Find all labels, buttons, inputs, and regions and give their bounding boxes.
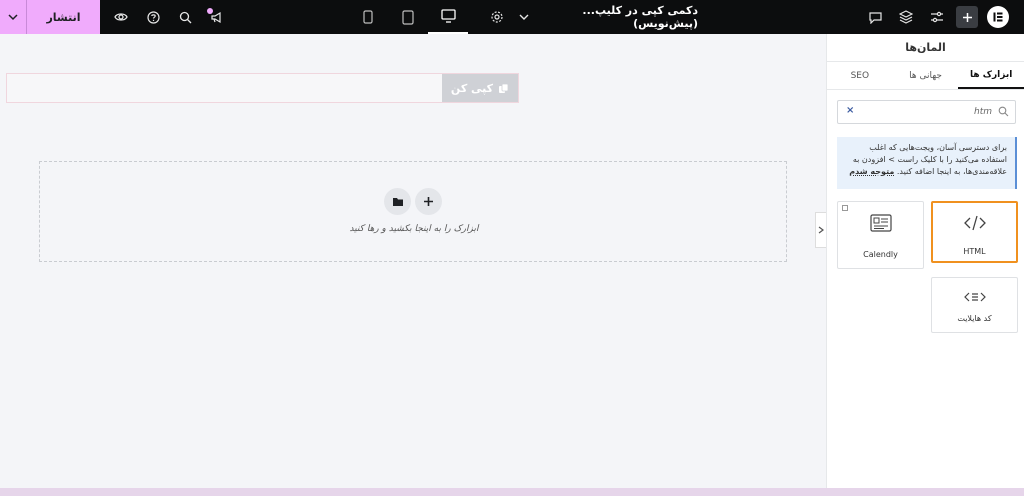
notification-dot: [207, 8, 213, 14]
chevron-down-icon: [8, 14, 18, 21]
panel-collapse-button[interactable]: [815, 212, 826, 248]
tablet-icon: [402, 9, 414, 25]
publish-button[interactable]: انتشار: [27, 0, 100, 34]
document-title[interactable]: دکمی کپی در کلیپ... (پیش‌نویس): [515, 0, 698, 34]
page-settings-button[interactable]: [482, 0, 512, 34]
widget-code-highlight[interactable]: کد هایلایت: [931, 277, 1018, 333]
search-button[interactable]: [170, 0, 200, 34]
plus-icon: [962, 12, 972, 22]
search-icon: [179, 11, 191, 23]
folder-icon: [392, 198, 403, 206]
tab-widgets[interactable]: ابزارک ها: [958, 62, 1024, 89]
top-bar: انتشار دکمی کپی در کلیپ... (پیش‌نویس): [0, 0, 1024, 34]
desktop-icon: [440, 9, 456, 23]
copy-icon: [499, 83, 509, 93]
elementor-logo[interactable]: [987, 6, 1009, 28]
tab-globals[interactable]: جهانی ها: [893, 62, 959, 89]
copy-button-label: کپی کن: [450, 81, 494, 95]
site-settings-button[interactable]: [922, 0, 952, 34]
device-switcher: [348, 0, 468, 34]
elements-panel: المان‌ها SEO جهانی ها ابزارک ها × برای د…: [826, 34, 1024, 488]
widget-search: ×: [837, 100, 1016, 124]
chevron-right-icon: [818, 226, 824, 234]
favorites-notice: برای دسترسی آسان، ویجت‌هایی که اغلب استف…: [837, 137, 1017, 189]
widget-label: Calendly: [863, 250, 898, 259]
pro-badge-icon: [842, 205, 848, 211]
code-icon: [933, 215, 1016, 231]
device-tablet-button[interactable]: [388, 0, 428, 34]
panel-tabs: SEO جهانی ها ابزارک ها: [827, 62, 1024, 90]
widget-calendly[interactable]: Calendly: [837, 201, 924, 269]
help-button[interactable]: [138, 0, 168, 34]
plus-icon: [424, 197, 433, 206]
add-element-button[interactable]: [956, 6, 978, 28]
editor-canvas[interactable]: کپی کن ابزارک را به اینجا بکشید و رها کن…: [0, 34, 826, 488]
widget-label: HTML: [963, 247, 986, 256]
widget-html[interactable]: HTML: [931, 201, 1018, 263]
publish-group: انتشار: [0, 0, 100, 34]
chat-icon: [868, 11, 882, 24]
gear-icon: [491, 11, 503, 23]
layers-icon: [899, 10, 913, 24]
device-desktop-button[interactable]: [428, 0, 468, 34]
template-library-button[interactable]: [384, 188, 411, 215]
search-input[interactable]: [860, 103, 992, 121]
drop-zone-actions: [384, 188, 442, 215]
structure-button[interactable]: [891, 0, 921, 34]
notice-dismiss-link[interactable]: متوجه شدم: [849, 167, 894, 176]
widget-label: کد هایلایت: [957, 314, 992, 323]
mobile-icon: [363, 10, 373, 24]
drop-zone[interactable]: ابزارک را به اینجا بکشید و رها کنید: [39, 161, 787, 262]
copy-button[interactable]: کپی کن: [442, 74, 518, 102]
publish-options-button[interactable]: [0, 0, 27, 34]
question-icon: [146, 10, 160, 24]
device-mobile-button[interactable]: [348, 0, 388, 34]
bottom-bar: [0, 488, 1024, 496]
tab-seo[interactable]: SEO: [827, 62, 893, 89]
panel-title: المان‌ها: [827, 34, 1024, 62]
notifications-button[interactable]: [202, 0, 232, 34]
copy-widget-row[interactable]: کپی کن: [6, 73, 519, 103]
sliders-icon: [931, 11, 943, 23]
elementor-icon: [993, 12, 1003, 22]
code-highlight-icon: [932, 290, 1017, 304]
add-section-button[interactable]: [415, 188, 442, 215]
search-icon: [998, 106, 1009, 120]
calendly-icon: [838, 214, 923, 232]
clear-search-icon[interactable]: ×: [846, 105, 854, 116]
preview-button[interactable]: [106, 0, 136, 34]
drop-zone-text: ابزارک را به اینجا بکشید و رها کنید: [349, 224, 479, 234]
eye-icon: [114, 13, 128, 21]
comments-button[interactable]: [860, 0, 890, 34]
